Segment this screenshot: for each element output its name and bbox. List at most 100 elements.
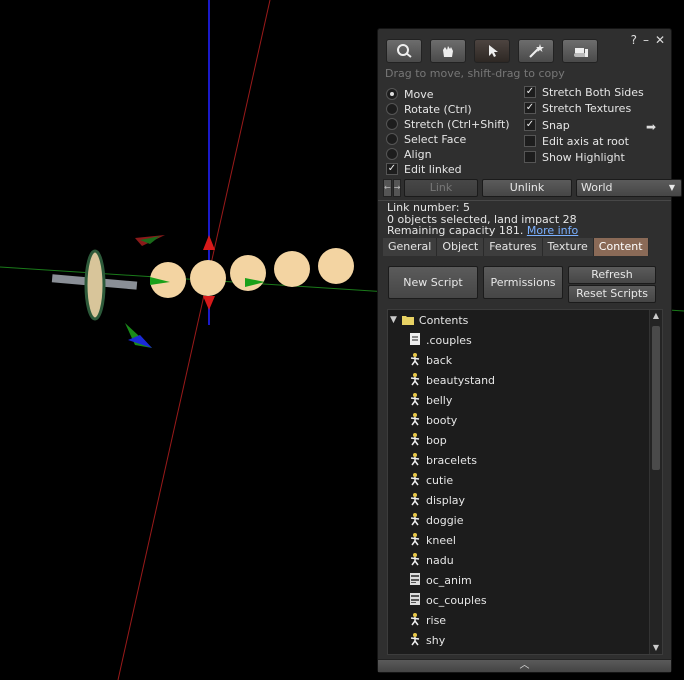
contents-tree[interactable]: ▼ Contents .couples back beautystand belly b… [387,309,663,655]
mode-label: Stretch (Ctrl+Shift) [404,117,510,131]
inventory-item[interactable]: bop [408,430,447,450]
inventory-item-label: belly [426,393,453,407]
hand-icon [443,46,453,57]
script-icon [408,572,422,589]
animation-icon [408,532,422,549]
unlink-button[interactable]: Unlink [482,179,572,197]
bulldozer-icon [574,48,588,57]
inventory-item-label: display [426,493,466,507]
more-info-link[interactable]: More info [527,224,578,237]
inventory-item[interactable]: belly [408,390,452,410]
create-tool-button[interactable] [518,39,554,63]
checkbox-empty-icon [524,151,536,163]
tree-scrollbar[interactable]: ▲ ▼ [649,310,662,654]
animation-icon [408,492,422,509]
inventory-item-label: nadu [426,553,454,567]
inventory-item[interactable]: doggie [408,510,464,530]
tab-content[interactable]: Content [593,238,649,256]
minimize-icon[interactable]: – [643,33,649,47]
mode-stretch[interactable]: Stretch (Ctrl+Shift) [386,117,510,131]
show-highlight-checkbox[interactable]: Show Highlight [524,150,625,164]
tab-features[interactable]: Features [484,238,543,256]
capacity-line: Remaining capacity 181. More info [387,225,578,237]
land-tool-button[interactable] [562,39,598,63]
snap-checkbox[interactable]: ✓ Snap [524,118,570,132]
checkmark-icon: ✓ [524,119,536,131]
mode-align[interactable]: Align [386,147,432,161]
grid-options-arrow-icon[interactable]: ➡ [646,120,656,134]
inventory-item[interactable]: oc_couples [408,590,487,610]
animation-icon [408,352,422,369]
checkbox-label: Edit axis at root [542,134,629,148]
expand-panel-button[interactable]: ︿ [378,659,671,672]
radio-icon [386,148,398,160]
inventory-item[interactable]: .couples [408,330,472,350]
reset-scripts-button[interactable]: Reset Scripts [568,285,656,303]
checkmark-icon: ✓ [524,86,536,98]
close-icon[interactable]: ✕ [655,33,665,47]
inventory-item[interactable]: back [408,350,452,370]
checkmark-icon: ✓ [386,163,398,175]
checkbox-label: Stretch Both Sides [542,85,644,99]
capacity-text: Remaining capacity 181. [387,224,524,237]
inventory-item[interactable]: shy [408,630,445,650]
tab-general[interactable]: General [383,238,438,256]
stretch-both-sides-checkbox[interactable]: ✓ Stretch Both Sides [524,85,644,99]
mode-move[interactable]: Move [386,87,434,101]
animation-icon [408,432,422,449]
animation-icon [408,392,422,409]
radio-icon [386,118,398,130]
inventory-item[interactable]: rise [408,610,446,630]
inventory-item[interactable]: cutie [408,470,453,490]
prev-link-icon[interactable]: ← [383,179,392,197]
object-spheres[interactable] [150,248,354,298]
inventory-item-label: cutie [426,473,454,487]
animation-icon [408,612,422,629]
checkbox-label: Stretch Textures [542,101,632,115]
inventory-item[interactable]: beautystand [408,370,495,390]
focus-tool-button[interactable] [386,39,422,63]
scroll-up-icon[interactable]: ▲ [650,310,662,322]
mode-label: Align [404,147,432,161]
coordinate-system-select[interactable]: World ▼ [576,179,682,197]
edit-tool-button[interactable] [474,39,510,63]
new-script-button[interactable]: New Script [388,266,478,299]
next-link-icon[interactable]: → [392,179,402,197]
folder-row[interactable]: ▼ Contents [390,310,468,330]
animation-icon [408,512,422,529]
inventory-item[interactable]: nadu [408,550,454,570]
radio-icon [386,133,398,145]
link-button-bar: ← → Link Unlink World ▼ [383,179,682,197]
expand-arrow-icon[interactable]: ▼ [390,315,397,325]
inventory-item[interactable]: bracelets [408,450,477,470]
inventory-item[interactable]: oc_anim [408,570,472,590]
object-wheel[interactable] [51,249,138,321]
inventory-item[interactable]: display [408,490,465,510]
edit-axis-root-checkbox[interactable]: Edit axis at root [524,134,629,148]
edit-linked-checkbox[interactable]: ✓ Edit linked [386,162,462,176]
permissions-button[interactable]: Permissions [483,266,563,299]
chevron-up-icon: ︿ [519,660,530,671]
link-button[interactable]: Link [404,179,478,197]
hint-text: Drag to move, shift-drag to copy [385,67,565,80]
inventory-item-label: oc_couples [426,593,487,607]
tab-texture[interactable]: Texture [542,238,594,256]
refresh-button[interactable]: Refresh [568,266,656,284]
build-floater: ? – ✕ Drag to move, shift-drag to copy M… [377,28,682,673]
scroll-thumb[interactable] [652,326,660,470]
animation-icon [408,472,422,489]
magnifier-icon [397,44,412,58]
scroll-down-icon[interactable]: ▼ [650,642,662,654]
tab-bar: General Object Features Texture Content [383,238,649,256]
stretch-textures-checkbox[interactable]: ✓ Stretch Textures [524,101,631,115]
inventory-item-label: bracelets [426,453,477,467]
mode-rotate[interactable]: Rotate (Ctrl) [386,102,472,116]
inventory-item[interactable]: booty [408,410,457,430]
move-tool-button[interactable] [430,39,466,63]
help-icon[interactable]: ? [631,33,637,47]
tab-object[interactable]: Object [437,238,485,256]
inventory-item[interactable]: kneel [408,530,456,550]
animation-icon [408,412,422,429]
checkbox-label: Show Highlight [542,150,625,164]
mode-select-face[interactable]: Select Face [386,132,466,146]
